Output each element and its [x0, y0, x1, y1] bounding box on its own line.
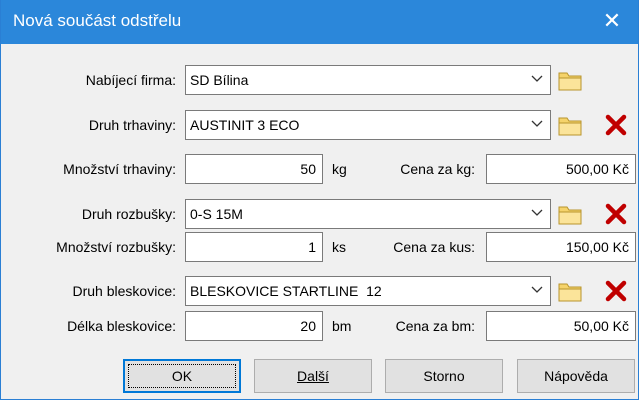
folder-icon[interactable] [557, 67, 583, 93]
detonator-price-input[interactable]: 150,00 Kč [486, 232, 636, 262]
explosive-qty-label: Množství trhaviny: [63, 161, 176, 177]
explosive-price-input[interactable]: 500,00 Kč [486, 154, 636, 184]
detonator-type-label: Druh rozbušky: [81, 206, 176, 222]
detonator-price-label: Cena za kus: [393, 239, 475, 255]
explosive-qty-value: 50 [300, 161, 316, 177]
fuse-price-label: Cena za bm: [395, 318, 475, 334]
fuse-type-value: BLESKOVICE STARTLINE 12 [190, 283, 382, 299]
explosive-qty-unit: kg [332, 161, 347, 177]
fuse-type-combo[interactable]: BLESKOVICE STARTLINE 12 [185, 276, 551, 306]
detonator-type-combo[interactable]: 0-S 15M [185, 199, 551, 229]
detonator-qty-unit: ks [332, 239, 346, 255]
dialog-window: Nová součást odstřelu ✕ Nabíjecí firma: … [0, 0, 639, 400]
explosive-type-value: AUSTINIT 3 ECO [190, 117, 300, 133]
explosive-qty-input[interactable]: 50 [185, 154, 323, 184]
chevron-down-icon[interactable] [530, 71, 544, 85]
detonator-qty-value: 1 [308, 239, 316, 255]
close-icon[interactable]: ✕ [600, 8, 624, 34]
delete-x-icon[interactable] [604, 202, 628, 226]
fuse-length-unit: bm [332, 318, 352, 334]
chevron-down-icon[interactable] [530, 282, 544, 296]
fuse-type-label: Druh bleskovice: [72, 283, 177, 299]
fuse-length-value: 20 [300, 318, 316, 334]
chevron-down-icon[interactable] [530, 205, 544, 219]
ok-button[interactable]: OK [123, 359, 241, 393]
firm-combo[interactable]: SD Bílina [185, 65, 551, 95]
detonator-qty-input[interactable]: 1 [185, 232, 323, 262]
help-button[interactable]: Nápověda [517, 359, 635, 393]
cancel-button[interactable]: Storno [385, 359, 503, 393]
folder-icon[interactable] [557, 278, 583, 304]
folder-icon[interactable] [557, 112, 583, 138]
chevron-down-icon[interactable] [530, 116, 544, 130]
ok-button-label: OK [171, 368, 193, 384]
help-button-label: Nápověda [544, 368, 608, 384]
fuse-length-input[interactable]: 20 [185, 311, 323, 341]
next-button[interactable]: Další [254, 359, 372, 393]
fuse-price-input[interactable]: 50,00 Kč [486, 311, 636, 341]
next-button-label: Další [297, 368, 329, 384]
folder-icon[interactable] [557, 201, 583, 227]
delete-x-icon[interactable] [604, 113, 628, 137]
detonator-qty-label: Množství rozbušky: [56, 239, 176, 255]
firm-label: Nabíjecí firma: [85, 72, 176, 88]
explosive-type-combo[interactable]: AUSTINIT 3 ECO [185, 110, 551, 140]
explosive-type-label: Druh trhaviny: [88, 117, 176, 133]
detonator-price-value: 150,00 Kč [565, 239, 629, 255]
delete-x-icon[interactable] [604, 279, 628, 303]
fuse-price-value: 50,00 Kč [573, 318, 629, 334]
window-title: Nová součást odstřelu [13, 11, 182, 30]
title-bar: Nová součást odstřelu ✕ [1, 0, 638, 44]
explosive-price-label: Cena za kg: [400, 161, 475, 177]
cancel-button-label: Storno [423, 368, 465, 384]
explosive-price-value: 500,00 Kč [565, 161, 629, 177]
detonator-type-value: 0-S 15M [190, 206, 243, 222]
firm-value: SD Bílina [190, 72, 249, 88]
fuse-length-label: Délka bleskovice: [67, 318, 176, 334]
